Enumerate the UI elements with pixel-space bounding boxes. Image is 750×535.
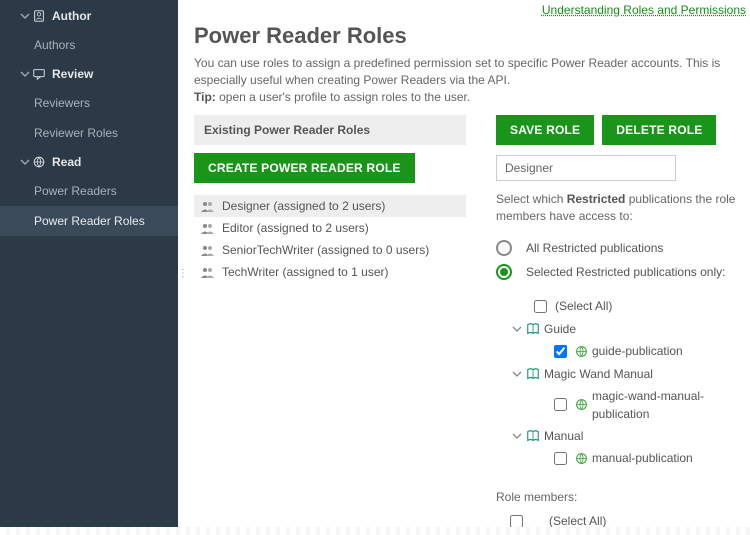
book-icon: [526, 322, 540, 336]
resize-handle[interactable]: ⋮: [178, 268, 187, 279]
sidebar-group-label: Author: [52, 9, 91, 23]
radio-selected-restricted[interactable]: Selected Restricted publications only:: [496, 263, 750, 281]
sidebar-group-label: Review: [52, 67, 93, 81]
chevron-down-icon: [20, 157, 30, 167]
checkbox[interactable]: [554, 452, 567, 465]
restrict-help-text: Select which Restricted publications the…: [496, 191, 750, 225]
tree-label: magic-wand-manual-publication: [592, 387, 750, 423]
tree-label: Guide: [544, 320, 576, 338]
role-item-techwriter[interactable]: TechWriter (assigned to 1 user): [194, 261, 466, 283]
save-role-button[interactable]: SAVE ROLE: [496, 115, 594, 145]
members-list: (Select All) Beatrice (Beatrice) Tom (De…: [496, 512, 750, 528]
group-icon: [200, 266, 216, 278]
chevron-down-icon: [512, 324, 522, 334]
tree-label: manual-publication: [592, 449, 693, 467]
group-icon: [200, 244, 216, 256]
sidebar-item-reviewer-roles[interactable]: Reviewer Roles: [0, 118, 178, 148]
role-label: SeniorTechWriter (assigned to 0 users): [222, 243, 429, 257]
role-label: Designer (assigned to 2 users): [222, 199, 385, 213]
page-intro: You can use roles to assign a predefined…: [194, 55, 750, 105]
role-label: TechWriter (assigned to 1 user): [222, 265, 389, 279]
tip-label: Tip:: [194, 90, 216, 104]
member-label: (Select All): [549, 512, 606, 528]
role-item-seniortechwriter[interactable]: SeniorTechWriter (assigned to 0 users): [194, 239, 466, 261]
read-icon: [32, 155, 46, 169]
checkbox[interactable]: [554, 398, 567, 411]
main-panel: Understanding Roles and Permissions Powe…: [178, 0, 750, 528]
globe-icon: [575, 452, 588, 465]
delete-role-button[interactable]: DELETE ROLE: [602, 115, 716, 145]
radio-icon: [496, 264, 512, 280]
checkbox[interactable]: [554, 345, 567, 358]
sidebar-item-power-reader-roles[interactable]: Power Reader Roles: [0, 206, 178, 236]
checkbox[interactable]: [534, 300, 547, 313]
chevron-down-icon: [512, 369, 522, 379]
sidebar-item-power-readers[interactable]: Power Readers: [0, 176, 178, 206]
tree-label: guide-publication: [592, 342, 683, 360]
radio-all-restricted[interactable]: All Restricted publications: [496, 239, 750, 257]
role-item-designer[interactable]: Designer (assigned to 2 users): [194, 195, 466, 217]
tree-leaf-manual-publication[interactable]: manual-publication: [500, 449, 750, 468]
role-detail-panel: SAVE ROLE DELETE ROLE Select which Restr…: [496, 115, 750, 528]
sidebar-group-label: Read: [52, 155, 81, 169]
sidebar: Author Authors Review Reviewers Reviewer…: [0, 0, 178, 528]
existing-roles-heading: Existing Power Reader Roles: [194, 115, 466, 145]
help-link[interactable]: Understanding Roles and Permissions: [542, 3, 746, 17]
group-icon: [200, 222, 216, 234]
torn-edge: [0, 527, 750, 535]
sidebar-group-review[interactable]: Review: [0, 60, 178, 88]
help-link-row: Understanding Roles and Permissions: [178, 0, 750, 17]
help-strong: Restricted: [567, 192, 626, 206]
members-heading: Role members:: [496, 490, 750, 504]
create-role-button[interactable]: CREATE POWER READER ROLE: [194, 153, 415, 183]
role-item-editor[interactable]: Editor (assigned to 2 users): [194, 217, 466, 239]
sidebar-item-reviewers[interactable]: Reviewers: [0, 88, 178, 118]
member-select-all[interactable]: (Select All): [496, 512, 750, 528]
page-title: Power Reader Roles: [194, 23, 750, 49]
radio-label: All Restricted publications: [526, 239, 663, 257]
book-icon: [526, 429, 540, 443]
chevron-down-icon: [512, 431, 522, 441]
radio-icon: [496, 240, 512, 256]
sidebar-item-authors[interactable]: Authors: [0, 30, 178, 60]
publication-tree: (Select All) Guide guide-publ: [500, 297, 750, 472]
author-icon: [32, 9, 46, 23]
sidebar-group-author[interactable]: Author: [0, 2, 178, 30]
tree-label: (Select All): [555, 297, 612, 315]
role-name-input[interactable]: [496, 155, 676, 181]
chevron-down-icon: [20, 69, 30, 79]
tip-text: open a user's profile to assign roles to…: [219, 90, 470, 104]
tree-leaf-magic-wand-publication[interactable]: magic-wand-manual-publication: [500, 387, 750, 423]
intro-text: You can use roles to assign a predefined…: [194, 56, 720, 87]
tree-select-all[interactable]: (Select All): [500, 297, 750, 316]
globe-icon: [575, 398, 588, 411]
globe-icon: [575, 345, 588, 358]
tree-leaf-guide-publication[interactable]: guide-publication: [500, 342, 750, 361]
tree-node-manual[interactable]: Manual: [500, 427, 750, 445]
tree-node-guide[interactable]: Guide: [500, 320, 750, 338]
tree-label: Magic Wand Manual: [544, 365, 653, 383]
sidebar-group-read[interactable]: Read: [0, 148, 178, 176]
group-icon: [200, 200, 216, 212]
review-icon: [32, 67, 46, 81]
role-label: Editor (assigned to 2 users): [222, 221, 369, 235]
tree-node-magic-wand[interactable]: Magic Wand Manual: [500, 365, 750, 383]
radio-label: Selected Restricted publications only:: [526, 263, 725, 281]
help-pre: Select which: [496, 192, 567, 206]
book-icon: [526, 367, 540, 381]
roles-list-panel: Existing Power Reader Roles CREATE POWER…: [194, 115, 466, 528]
tree-label: Manual: [544, 427, 583, 445]
chevron-down-icon: [20, 11, 30, 21]
